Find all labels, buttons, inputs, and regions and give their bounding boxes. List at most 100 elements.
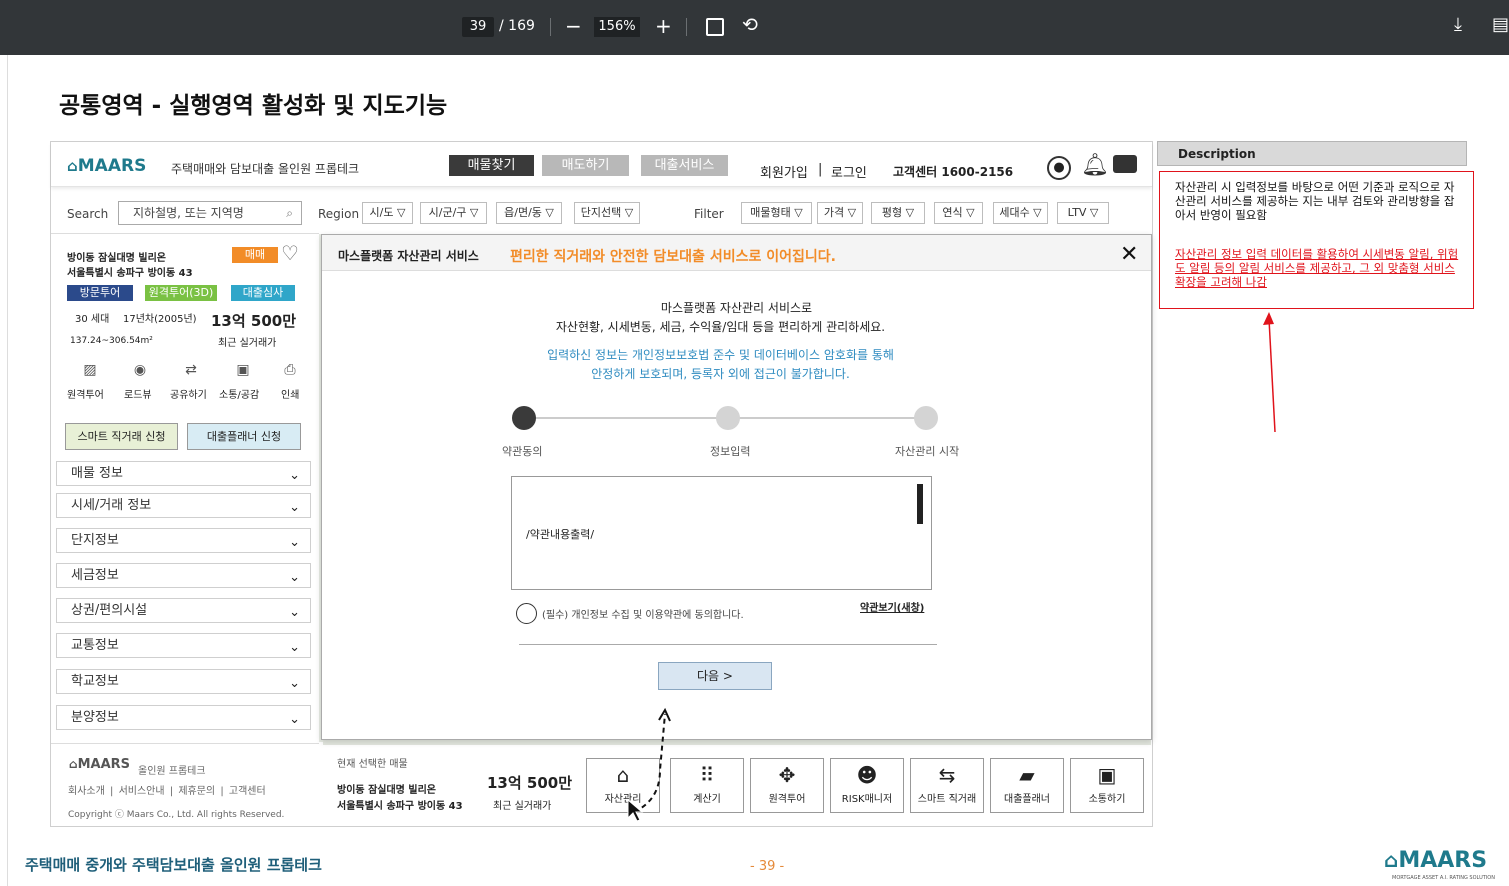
badge-remote-tour[interactable]: 원격투어(3D) bbox=[145, 285, 217, 301]
loan-planner-request-button[interactable]: 대출플래너 신청 bbox=[187, 423, 301, 450]
fit-page-icon[interactable] bbox=[706, 18, 724, 36]
badge-visit-tour[interactable]: 방문투어 bbox=[67, 285, 133, 301]
footer-link-about[interactable]: 회사소개 bbox=[68, 786, 105, 797]
toolbar-divider bbox=[686, 18, 687, 36]
action-communicate[interactable]: 소통/공감 bbox=[219, 386, 259, 401]
bell-icon[interactable]: 🔔︎ bbox=[1081, 153, 1109, 178]
user-icon[interactable]: ● bbox=[1047, 156, 1071, 180]
filter-size[interactable]: 평형 ▽ bbox=[871, 202, 925, 224]
listing-year: 17년차(2005년) bbox=[123, 314, 197, 325]
footer-links: 회사소개 | 서비스안내 | 제휴문의 | 고객센터 bbox=[68, 786, 266, 797]
accordion-price-trade[interactable]: 시세/거래 정보 ⌄ bbox=[56, 493, 311, 518]
chevron-down-icon: ⌄ bbox=[289, 640, 300, 655]
consent-label: (필수) 개인정보 수집 및 이용약관에 동의합니다. bbox=[542, 610, 744, 621]
select-sido[interactable]: 시/도 ▽ bbox=[362, 202, 413, 224]
tile-loan-planner[interactable]: ▰ 대출플래너 bbox=[990, 758, 1064, 813]
selected-listing-label: 현재 선택한 매물 bbox=[337, 759, 408, 770]
action-print[interactable]: 인쇄 bbox=[281, 386, 299, 401]
modal-divider bbox=[519, 644, 937, 645]
search-icon: ⌕ bbox=[286, 206, 293, 220]
chevron-down-icon: ⌄ bbox=[289, 605, 300, 620]
select-sigungu[interactable]: 시/군/구 ▽ bbox=[420, 202, 487, 224]
modal-desc-2: 자산현황, 시세변동, 세금, 수익율/임대 등을 편리하게 관리하세요. bbox=[555, 320, 886, 334]
zoom-in-icon[interactable]: + bbox=[655, 14, 672, 38]
slide-logo-sub: MORTGAGE ASSET A.I. RATING SOLUTION bbox=[1392, 875, 1495, 881]
filter-age[interactable]: 연식 ▽ bbox=[934, 202, 983, 224]
chat-bubble-icon: ▣ bbox=[236, 362, 250, 378]
footer-sub: 올인원 프롭테크 bbox=[138, 766, 206, 777]
page-number-input[interactable]: 39 bbox=[462, 17, 494, 37]
filter-ltv[interactable]: LTV ▽ bbox=[1057, 202, 1109, 224]
chat-icon[interactable] bbox=[1113, 155, 1137, 173]
modal-title: 마스플랫폼 자산관리 서비스 bbox=[338, 249, 479, 263]
login-link[interactable]: 로그인 bbox=[831, 162, 867, 181]
filter-property-type[interactable]: 매물형태 ▽ bbox=[741, 202, 812, 224]
heart-icon[interactable]: ♡ bbox=[281, 241, 299, 265]
tile-label: RISK매니저 bbox=[841, 794, 893, 805]
accordion-commercial[interactable]: 상권/편의시설 ⌄ bbox=[56, 598, 311, 623]
search-placeholder: 지하철명, 또는 지역명 bbox=[133, 206, 244, 220]
accordion-presale[interactable]: 분양정보 ⌄ bbox=[56, 705, 311, 730]
cursor-icon bbox=[627, 798, 644, 822]
accordion-listing-info[interactable]: 매물 정보 ⌄ bbox=[56, 461, 311, 486]
panel-divider bbox=[51, 233, 319, 234]
step-2-label: 정보입력 bbox=[710, 445, 751, 458]
footer-link-partner[interactable]: 제휴문의 bbox=[178, 786, 215, 797]
select-complex[interactable]: 단지선택 ▽ bbox=[574, 202, 640, 224]
badge-loan-review[interactable]: 대출심사 bbox=[231, 285, 295, 301]
selected-listing-price: 13억 500만 bbox=[487, 774, 573, 792]
select-eupmyeondong[interactable]: 읍/면/동 ▽ bbox=[496, 202, 562, 224]
close-icon[interactable]: ✕ bbox=[1120, 242, 1138, 267]
consent-radio[interactable] bbox=[516, 603, 537, 624]
zoom-out-icon[interactable]: − bbox=[565, 14, 582, 38]
tile-calculator[interactable]: ⠿ 계산기 bbox=[670, 758, 744, 813]
zoom-level[interactable]: 156% bbox=[594, 17, 640, 37]
action-roadview[interactable]: 로드뷰 bbox=[124, 386, 152, 401]
calculator-icon: ⠿ bbox=[699, 763, 715, 787]
selected-listing-name: 방이동 잠실대명 빌리온 bbox=[337, 785, 436, 796]
rotate-icon[interactable]: ⟲ bbox=[742, 14, 758, 36]
signup-link[interactable]: 회원가입 bbox=[760, 162, 808, 181]
step-3-label: 자산관리 시작 bbox=[895, 445, 960, 458]
download-icon[interactable]: ⤓ bbox=[1454, 14, 1462, 35]
filter-households[interactable]: 세대수 ▽ bbox=[993, 202, 1048, 224]
tile-label: 계산기 bbox=[693, 794, 721, 805]
action-remote-tour[interactable]: 원격투어 bbox=[67, 386, 104, 401]
footer-link-service[interactable]: 서비스안내 bbox=[119, 786, 165, 797]
page-total: / 169 bbox=[499, 18, 535, 34]
filter-price[interactable]: 가격 ▽ bbox=[817, 202, 863, 224]
listing-name: 방이동 잠실대명 빌리온 bbox=[67, 253, 166, 264]
terms-view-link[interactable]: 약관보기(새창) bbox=[860, 599, 924, 614]
selected-listing-address: 서울특별시 송파구 방이동 43 bbox=[337, 801, 463, 812]
accordion-school[interactable]: 학교정보 ⌄ bbox=[56, 669, 311, 694]
search-input[interactable]: 지하철명, 또는 지역명 ⌕ bbox=[118, 201, 302, 225]
tile-communication[interactable]: ▣ 소통하기 bbox=[1070, 758, 1144, 813]
slide-logo: ⌂MAARS bbox=[1384, 848, 1488, 873]
tile-risk-manager[interactable]: ☻ RISK매니저 bbox=[830, 758, 904, 813]
app-tagline: 주택매매와 담보대출 올인원 프롭테크 bbox=[171, 162, 360, 176]
action-share[interactable]: 공유하기 bbox=[170, 386, 207, 401]
nav-loan-service[interactable]: 대출서비스 bbox=[641, 155, 728, 176]
print-icon[interactable]: ▤ bbox=[1492, 14, 1509, 35]
terms-scrollbar[interactable] bbox=[917, 484, 923, 524]
house-icon: ⌂ bbox=[69, 757, 78, 771]
nav-find-listing[interactable]: 매물찾기 bbox=[449, 155, 534, 176]
briefcase-icon: ▰ bbox=[1019, 763, 1035, 787]
head-alert-icon: ☻ bbox=[856, 763, 878, 787]
tile-label: 원격투어 bbox=[768, 794, 806, 805]
accordion-tax[interactable]: 세금정보 ⌄ bbox=[56, 563, 311, 588]
tile-remote-tour[interactable]: ✥ 원격투어 bbox=[750, 758, 824, 813]
customer-center: 고객센터 1600-2156 bbox=[893, 165, 1014, 179]
next-button[interactable]: 다음 > bbox=[658, 662, 772, 690]
app-logo[interactable]: ⌂MAARS bbox=[67, 156, 146, 176]
search-label: Search bbox=[67, 207, 109, 221]
nav-sell[interactable]: 매도하기 bbox=[542, 155, 629, 176]
printer-icon: ⎙ bbox=[284, 362, 296, 378]
description-header: Description bbox=[1157, 141, 1467, 166]
smart-direct-request-button[interactable]: 스마트 직거래 신청 bbox=[65, 423, 178, 450]
footer-link-cs[interactable]: 고객센터 bbox=[229, 786, 266, 797]
accordion-complex[interactable]: 단지정보 ⌄ bbox=[56, 528, 311, 553]
modal-notice-1: 입력하신 정보는 개인정보보호법 준수 및 데이터베이스 암호화를 통해 bbox=[547, 348, 894, 362]
tile-smart-direct[interactable]: ⇆ 스마트 직거래 bbox=[910, 758, 984, 813]
accordion-transport[interactable]: 교통정보 ⌄ bbox=[56, 633, 311, 658]
